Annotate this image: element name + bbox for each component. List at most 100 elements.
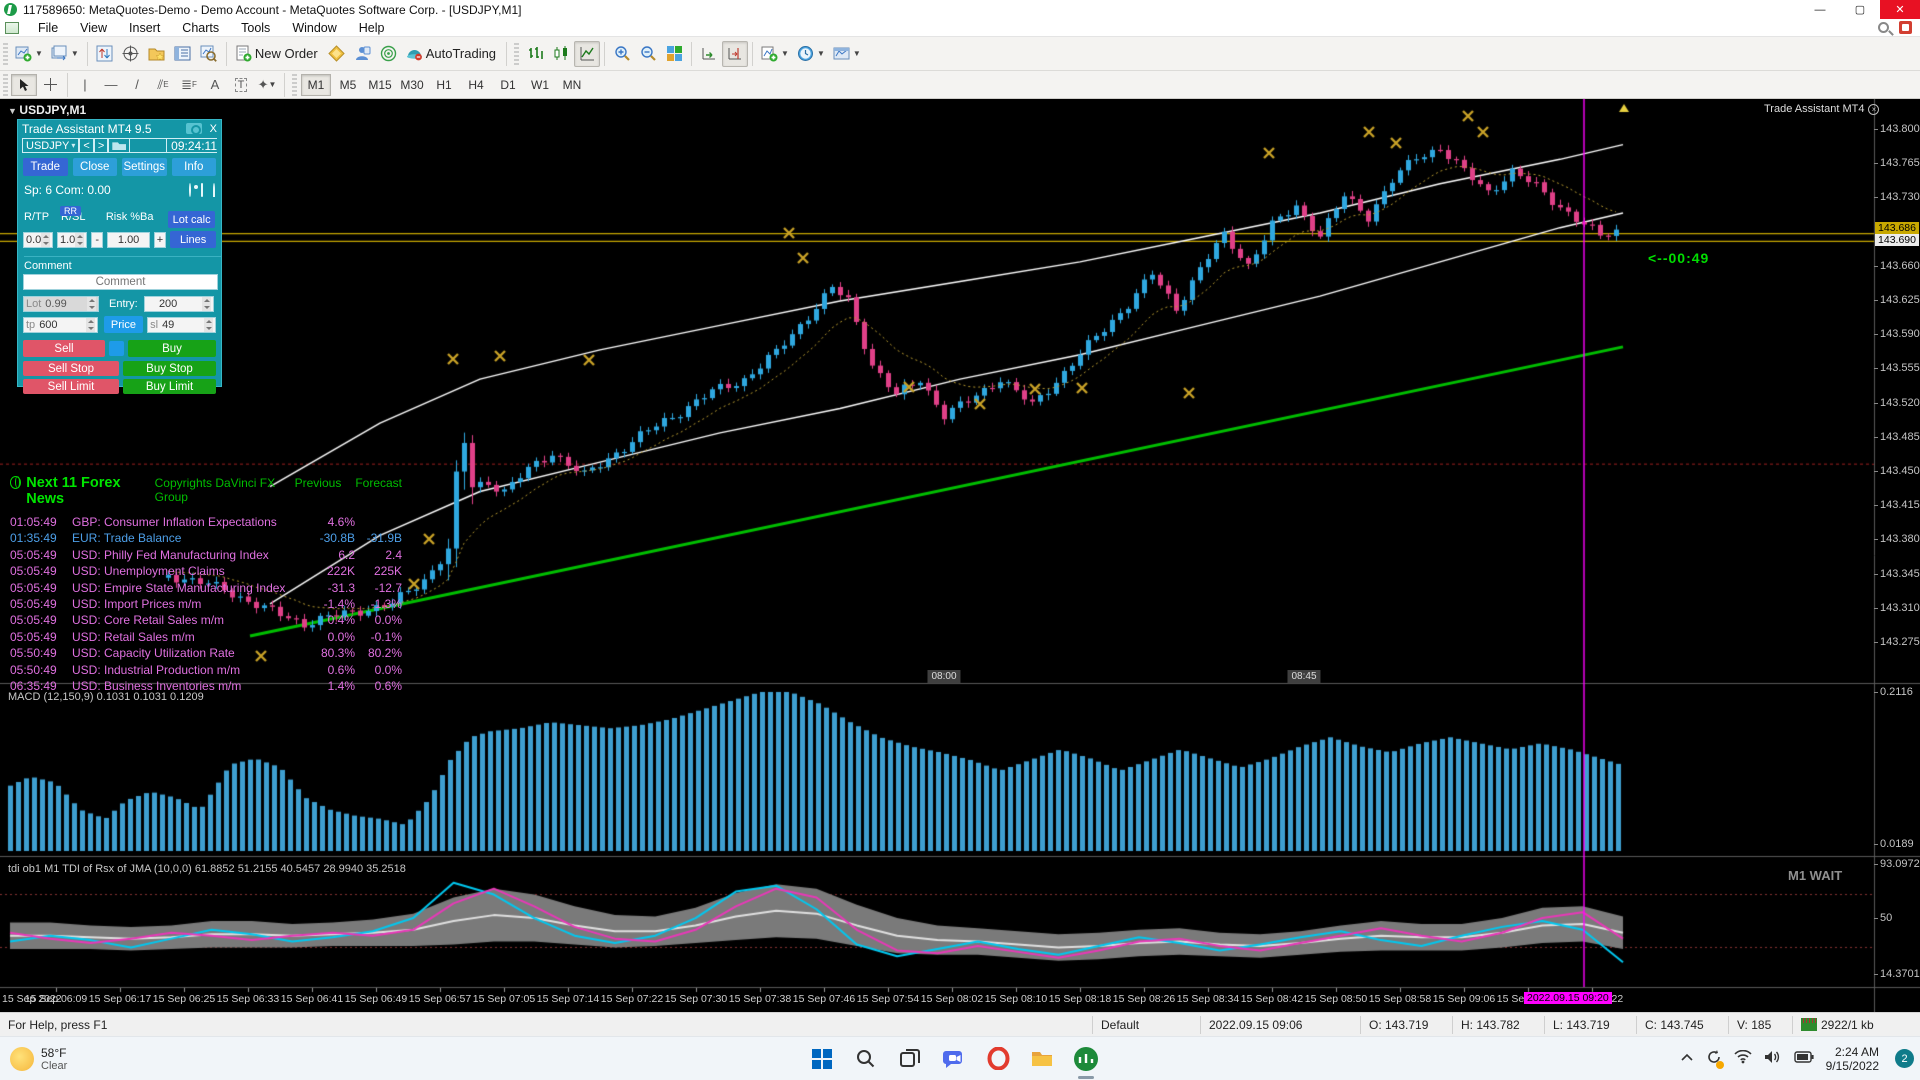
menu-window[interactable]: Window [281, 21, 347, 35]
rsl-input[interactable]: 1.0 [57, 231, 87, 248]
risk-minus-button[interactable]: - [91, 231, 104, 248]
calendar-icon[interactable] [201, 183, 203, 197]
timeframe-mn[interactable]: MN [557, 74, 587, 96]
fibonacci-tool[interactable]: ≣ F [176, 74, 202, 96]
toolbar-grip[interactable] [3, 42, 8, 65]
spinner-icon[interactable] [204, 317, 213, 332]
chart-symbol-tab[interactable]: ▼ USDJPY,M1 [8, 103, 86, 117]
navigator-button[interactable] [144, 41, 170, 67]
zoom-out-button[interactable] [635, 41, 661, 67]
text-tool[interactable]: A [202, 74, 228, 96]
data-window-button[interactable] [118, 41, 144, 67]
market-watch-button[interactable] [92, 41, 118, 67]
tile-windows-button[interactable] [661, 41, 687, 67]
timeframe-h1[interactable]: H1 [429, 74, 459, 96]
templates-button[interactable]: ▼ [829, 41, 865, 67]
chat-button[interactable] [938, 1043, 970, 1075]
crosshair-tool[interactable] [37, 74, 63, 96]
indicators-button[interactable]: ▼ [757, 41, 793, 67]
timeframe-d1[interactable]: D1 [493, 74, 523, 96]
search-icon[interactable] [1878, 22, 1889, 33]
menu-file[interactable]: File [27, 21, 69, 35]
opera-button[interactable] [982, 1043, 1014, 1075]
community-icon[interactable] [1899, 21, 1912, 34]
terminal-button[interactable] [170, 41, 196, 67]
entry-input[interactable]: 200 [143, 296, 214, 312]
sell-button[interactable]: Sell [23, 340, 105, 357]
open-folder-button[interactable] [108, 139, 131, 152]
spinner-icon[interactable] [75, 232, 84, 247]
spinner-icon[interactable] [85, 317, 95, 332]
menu-insert[interactable]: Insert [118, 21, 171, 35]
lot-calc-button[interactable]: Lot calc [168, 211, 215, 228]
market-button[interactable] [376, 41, 402, 67]
battery-icon[interactable] [1793, 1051, 1814, 1066]
confirm-checkbox[interactable] [109, 341, 124, 356]
autotrading-button[interactable]: AutoTrading [402, 41, 502, 67]
prev-symbol-button[interactable]: < [79, 139, 94, 152]
sell-stop-button[interactable]: Sell Stop [23, 361, 119, 376]
equidistant-channel-tool[interactable]: ⫽ E [150, 74, 176, 96]
menu-view[interactable]: View [69, 21, 118, 35]
alert-bell-icon[interactable] [213, 183, 215, 197]
wifi-icon[interactable] [1734, 1049, 1752, 1067]
panel-close-button[interactable]: X [210, 123, 217, 135]
search-button[interactable] [850, 1043, 882, 1075]
trade-tab-info[interactable]: Info [171, 158, 216, 176]
spinner-icon[interactable] [201, 297, 211, 311]
close-button[interactable]: ✕ [1880, 0, 1920, 19]
auto-scroll-button[interactable] [696, 41, 722, 67]
risk-plus-button[interactable]: + [153, 231, 167, 248]
visibility-icon[interactable] [189, 183, 191, 197]
weather-widget[interactable]: 58°F Clear [0, 1046, 240, 1072]
next-symbol-button[interactable]: > [93, 139, 109, 152]
clock-widget[interactable]: 2:24 AM 9/15/2022 [1826, 1045, 1879, 1073]
start-button[interactable] [806, 1043, 838, 1075]
buy-limit-button[interactable]: Buy Limit [123, 379, 216, 394]
timeframe-m1[interactable]: M1 [301, 73, 331, 96]
community-button[interactable] [350, 41, 376, 67]
timeframe-m30[interactable]: M30 [397, 74, 427, 96]
symbol-select[interactable]: USDJPY ▾ [22, 139, 80, 152]
buy-stop-button[interactable]: Buy Stop [123, 361, 216, 376]
cursor-tool[interactable] [11, 73, 37, 96]
bar-chart-button[interactable] [522, 41, 548, 67]
trade-tab-trade[interactable]: Trade [23, 158, 68, 176]
new-order-button[interactable]: New Order [231, 41, 324, 67]
file-explorer-button[interactable] [1026, 1043, 1058, 1075]
buy-button[interactable]: Buy [128, 340, 216, 357]
task-view-button[interactable] [894, 1043, 926, 1075]
menu-charts[interactable]: Charts [171, 21, 230, 35]
lines-button[interactable]: Lines [170, 231, 216, 248]
zoom-in-button[interactable] [609, 41, 635, 67]
line-chart-button[interactable] [574, 40, 601, 67]
spinner-icon[interactable] [41, 232, 50, 247]
chart-shift-button[interactable] [722, 40, 749, 67]
new-chart-button[interactable]: ▼ [11, 41, 47, 67]
rtp-input[interactable]: 0.0 [23, 231, 53, 248]
text-label-tool[interactable]: T [228, 74, 254, 96]
panel-toggle-icon[interactable]: × [1868, 103, 1880, 115]
volume-icon[interactable] [1764, 1050, 1782, 1067]
comment-input[interactable] [23, 274, 218, 290]
toolbar-grip[interactable] [514, 42, 520, 65]
metaeditor-button[interactable] [324, 41, 350, 67]
timeframe-m15[interactable]: M15 [365, 74, 395, 96]
timeframe-w1[interactable]: W1 [525, 74, 555, 96]
candlestick-button[interactable] [548, 41, 574, 67]
toolbar-grip[interactable] [292, 73, 297, 96]
lot-input[interactable]: Lot 0.99 [23, 296, 99, 312]
sl-input[interactable]: sl 49 [147, 316, 216, 333]
trendline-tool[interactable]: / [124, 74, 150, 96]
sell-limit-button[interactable]: Sell Limit [23, 379, 119, 394]
minimize-button[interactable]: — [1800, 0, 1840, 19]
profiles-button[interactable]: ▼ [47, 41, 83, 67]
toolbar-grip[interactable] [3, 73, 8, 96]
periods-button[interactable]: ▼ [793, 41, 829, 67]
strategy-tester-button[interactable] [196, 41, 222, 67]
horizontal-line-tool[interactable]: — [98, 74, 124, 96]
timeframe-h4[interactable]: H4 [461, 74, 491, 96]
price-button[interactable]: Price [103, 316, 144, 333]
menu-tools[interactable]: Tools [230, 21, 281, 35]
screenshot-icon[interactable] [185, 123, 202, 135]
